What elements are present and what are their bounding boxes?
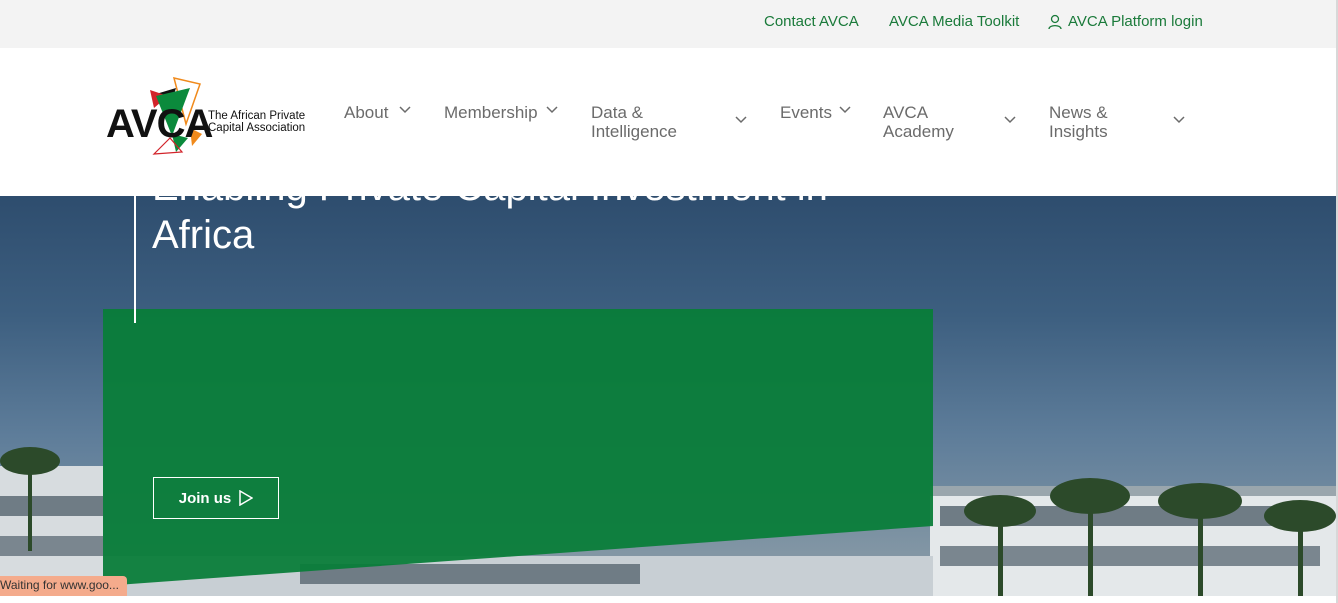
- nav-avca-academy[interactable]: AVCA Academy: [883, 103, 1018, 141]
- nav-membership-label: Membership: [444, 103, 538, 122]
- chevron-down-icon: [546, 106, 558, 114]
- hero-title-line1: Enabling Private Capital Investment in: [152, 165, 828, 209]
- nav-events-label: Events: [780, 103, 832, 122]
- logo-wordmark: AVCA: [106, 102, 213, 146]
- chevron-down-icon: [735, 116, 747, 124]
- nav-news-insights[interactable]: News & Insights: [1049, 103, 1189, 141]
- nav-events[interactable]: Events: [780, 103, 851, 122]
- avca-logo[interactable]: AVCA The African Private Capital Associa…: [104, 76, 309, 158]
- user-icon: [1048, 14, 1062, 29]
- join-us-button[interactable]: Join us: [153, 477, 279, 519]
- chevron-down-icon: [839, 106, 851, 114]
- chevron-down-icon: [399, 106, 411, 114]
- hero-title-line2: Africa: [152, 213, 255, 257]
- join-us-label: Join us: [178, 489, 232, 507]
- logo-tagline: The African Private Capital Association: [208, 110, 305, 134]
- hero-accent-line: [134, 161, 136, 323]
- utility-bar: Contact AVCA AVCA Media Toolkit AVCA Pla…: [0, 0, 1338, 48]
- nav-data-label-line2: Intelligence: [591, 122, 678, 141]
- platform-login-label: AVCA Platform login: [1068, 13, 1203, 30]
- hero-title: Enabling Private Capital Investment in A…: [152, 163, 892, 259]
- logo-tagline-line1: The African Private: [208, 110, 306, 122]
- platform-login-link[interactable]: AVCA Platform login: [1048, 13, 1203, 30]
- nav-data-intelligence[interactable]: Data & Intelligence: [591, 103, 751, 141]
- logo-tagline-line2: Capital Association: [208, 122, 306, 134]
- play-arrow-icon: [239, 490, 254, 506]
- nav-membership[interactable]: Membership: [444, 103, 558, 122]
- chevron-down-icon: [1004, 116, 1016, 124]
- nav-academy-label-line2: Academy: [883, 122, 954, 141]
- nav-academy-label-line1: AVCA: [883, 103, 929, 122]
- nav-about[interactable]: About: [344, 103, 411, 122]
- browser-status-bar: Waiting for www.goo...: [0, 576, 127, 596]
- chevron-down-icon: [1173, 116, 1185, 124]
- nav-data-label-line1: Data &: [591, 103, 643, 122]
- contact-link[interactable]: Contact AVCA: [764, 13, 859, 30]
- nav-news-label-line2: Insights: [1049, 122, 1108, 141]
- nav-news-label-line1: News &: [1049, 103, 1108, 122]
- nav-about-label: About: [344, 103, 389, 122]
- media-toolkit-link[interactable]: AVCA Media Toolkit: [889, 13, 1019, 30]
